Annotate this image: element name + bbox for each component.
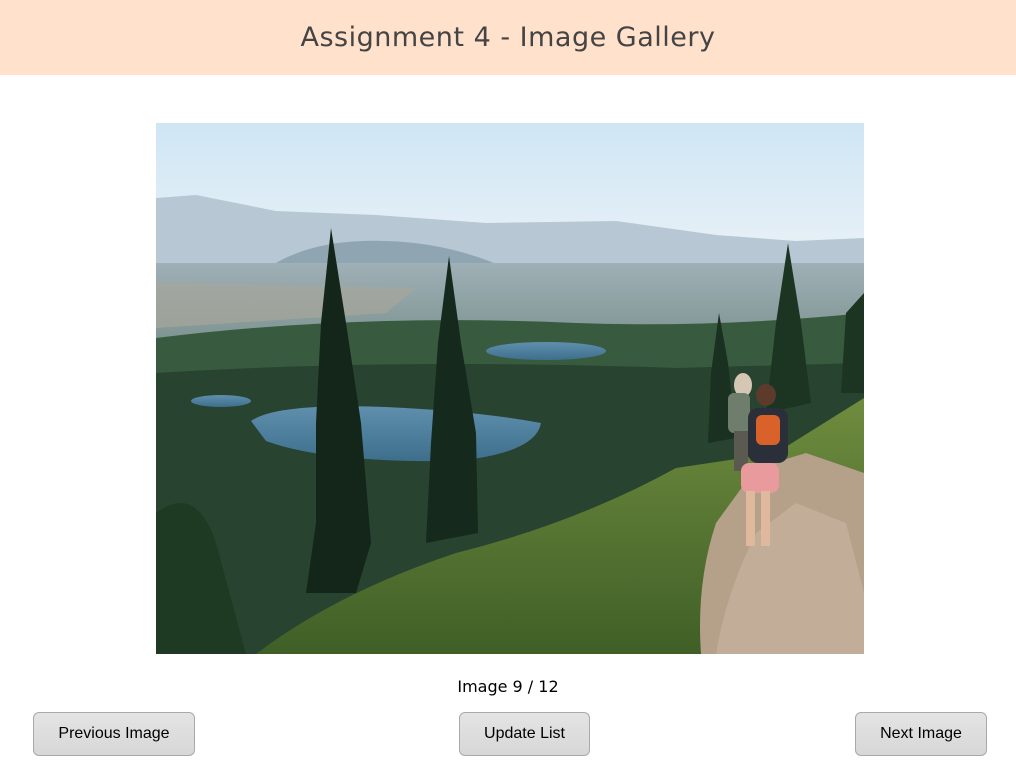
page-title: Assignment 4 - Image Gallery xyxy=(300,22,716,53)
page-header: Assignment 4 - Image Gallery xyxy=(0,0,1016,75)
gallery-image xyxy=(156,123,864,654)
update-list-button[interactable]: Update List xyxy=(459,712,590,756)
image-counter: Image 9 / 12 xyxy=(457,677,559,696)
next-image-button[interactable]: Next Image xyxy=(855,712,987,756)
previous-image-button[interactable]: Previous Image xyxy=(33,712,195,756)
